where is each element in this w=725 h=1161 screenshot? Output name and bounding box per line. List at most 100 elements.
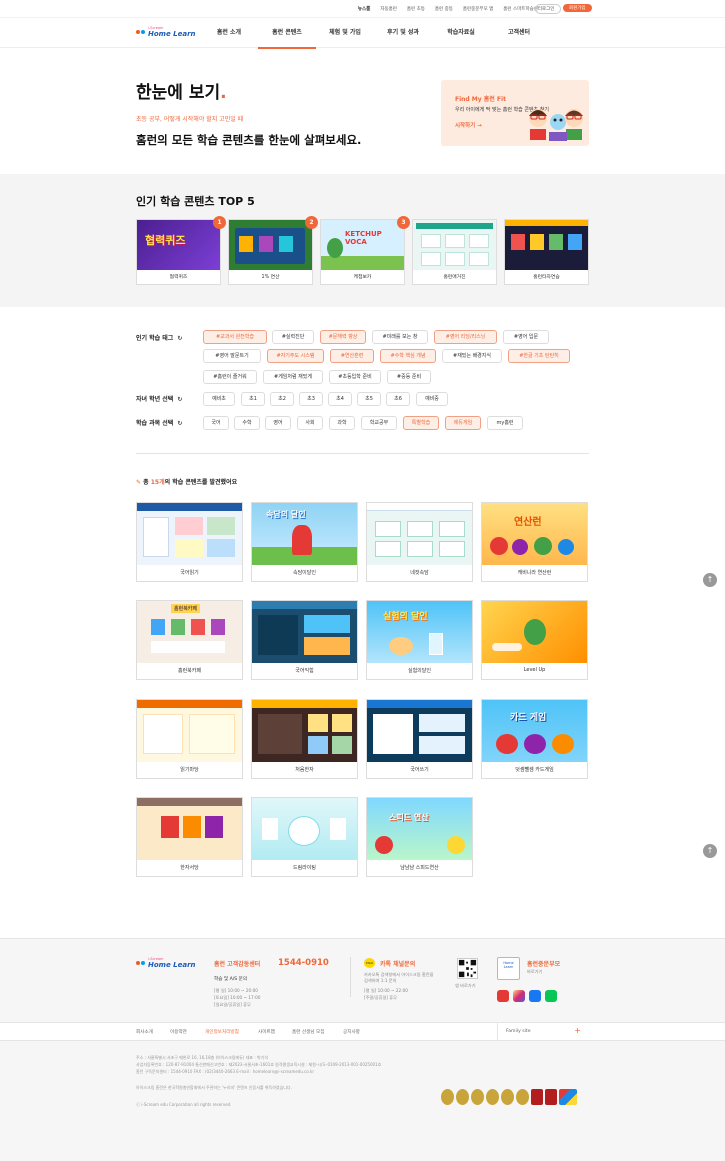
nav-item-contents[interactable]: 홈런 콘텐츠 bbox=[258, 18, 316, 49]
top5-card[interactable]: 홈런타자연습 bbox=[504, 219, 589, 285]
topbar-link-parent-app[interactable]: 홈런중문부모 앱 bbox=[458, 6, 498, 12]
tag-chip[interactable]: #문해력 향상 bbox=[320, 330, 366, 344]
tag-chip[interactable]: #한글 기초 탄탄히 bbox=[508, 349, 570, 363]
join-button[interactable]: 회원가입 bbox=[563, 4, 592, 12]
subject-chip[interactable]: my홈런 bbox=[487, 416, 523, 430]
parent-site-title[interactable]: 홈런중문부모 bbox=[527, 959, 560, 968]
tag-chip[interactable]: #연산훈련 bbox=[330, 349, 374, 363]
footer-link-sitemap[interactable]: 사이트맵 bbox=[258, 1029, 275, 1035]
content-card[interactable]: 연산런 캐비니라 연산런 bbox=[481, 502, 588, 582]
content-card[interactable]: 스피드 연산 냠냠냠 스피드연산 bbox=[366, 797, 473, 877]
grade-chip[interactable]: 초2 bbox=[270, 392, 294, 406]
facebook-icon[interactable] bbox=[529, 990, 541, 1002]
content-label: Level Up bbox=[523, 667, 546, 673]
grade-chip[interactable]: 초6 bbox=[386, 392, 410, 406]
line-icon[interactable] bbox=[545, 990, 557, 1002]
content-card[interactable]: Level Up bbox=[481, 600, 588, 680]
footer-logo[interactable]: i-Scream Home Learn bbox=[136, 957, 196, 971]
topbar-link-auto[interactable]: 자동홈런 bbox=[375, 6, 402, 12]
top5-card[interactable]: KETCHUP VOCA 케첩보카 bbox=[320, 219, 405, 285]
topbar-link-newsroom[interactable]: 뉴스룸 bbox=[353, 6, 375, 12]
tag-chip[interactable]: #수학 핵심 개념 bbox=[380, 349, 436, 363]
grade-chip[interactable]: 초5 bbox=[357, 392, 381, 406]
qr-label[interactable]: 앱 바로가기 bbox=[455, 983, 476, 989]
footer-link-company[interactable]: 회사소개 bbox=[136, 1029, 153, 1035]
content-card[interactable]: 처음한자 bbox=[251, 699, 358, 779]
tag-chip[interactable]: #영어 리딩/리스닝 bbox=[434, 330, 497, 344]
award-icon bbox=[501, 1089, 514, 1105]
content-card[interactable]: 한자서당 bbox=[136, 797, 243, 877]
grade-chip[interactable]: 초4 bbox=[328, 392, 352, 406]
top5-card[interactable]: 협력퀴즈 협력퀴즈 bbox=[136, 219, 221, 285]
tag-chip[interactable]: #미래를 보는 창 bbox=[372, 330, 428, 344]
nav-item-materials[interactable]: 학습자료실 bbox=[432, 18, 490, 49]
subject-chip[interactable]: 과학 bbox=[329, 416, 355, 430]
tag-chip[interactable]: #영어 입문 bbox=[503, 330, 549, 344]
kakao-channel-title[interactable]: 카톡 채널문의 bbox=[380, 959, 415, 968]
footer-link-teacher-recruit[interactable]: 홈런 선생님 모집 bbox=[292, 1029, 325, 1035]
copyright: ⓒ i-Scream edu Corporation all rights re… bbox=[136, 1102, 232, 1107]
content-card[interactable]: 카드 게임 덧셈뺄셈 카드게임 bbox=[481, 699, 588, 779]
grade-chip[interactable]: 예비중 bbox=[416, 392, 448, 406]
content-card[interactable]: 속담의 달인 속담이달인 bbox=[251, 502, 358, 582]
tag-chip[interactable]: #실력진단 bbox=[272, 330, 314, 344]
content-card[interactable]: 국어읽기 bbox=[136, 502, 243, 582]
tag-chip[interactable]: #중등 준비 bbox=[387, 370, 431, 384]
tag-chip[interactable]: #영어 말문트기 bbox=[203, 349, 261, 363]
content-label: 홈런북카페 bbox=[177, 668, 201, 674]
subject-chip[interactable]: 수학 bbox=[234, 416, 260, 430]
content-card[interactable]: 국어익힘 bbox=[251, 600, 358, 680]
refresh-icon[interactable]: ↻ bbox=[177, 335, 182, 342]
tag-chip[interactable]: #교과서 완전학습 bbox=[203, 330, 267, 344]
subject-chip[interactable]: 특별학습 bbox=[403, 416, 439, 430]
content-card[interactable]: 국어쓰기 bbox=[366, 699, 473, 779]
award-icon bbox=[441, 1089, 454, 1105]
youtube-icon[interactable] bbox=[497, 990, 509, 1002]
tag-chip[interactable]: #초등입학 준비 bbox=[329, 370, 381, 384]
scroll-top-button[interactable]: ↑ bbox=[703, 573, 717, 587]
homelearn-parent-logo[interactable]: Home Learn bbox=[497, 957, 520, 980]
scroll-top-button[interactable]: ↑ bbox=[703, 844, 717, 858]
nav-item-trial[interactable]: 체험 및 가입 bbox=[316, 18, 374, 49]
instagram-icon[interactable] bbox=[513, 990, 525, 1002]
grade-chip[interactable]: 예비초 bbox=[203, 392, 235, 406]
refresh-icon[interactable]: ↻ bbox=[177, 396, 182, 403]
nav-item-intro[interactable]: 홈런 소개 bbox=[200, 18, 258, 49]
content-card[interactable]: 읽기마당 bbox=[136, 699, 243, 779]
customer-center-phone[interactable]: 1544-0910 bbox=[278, 958, 329, 968]
content-card[interactable]: 드림라이팅 bbox=[251, 797, 358, 877]
grade-chip[interactable]: 초3 bbox=[299, 392, 323, 406]
footer-link-terms[interactable]: 이용약관 bbox=[170, 1029, 187, 1035]
tag-chip[interactable]: #홈런이 즐거워 bbox=[203, 370, 257, 384]
tag-chip[interactable]: #게임처럼 재밌게 bbox=[263, 370, 323, 384]
nav-item-support[interactable]: 고객센터 bbox=[490, 18, 548, 49]
subject-chip[interactable]: 사회 bbox=[297, 416, 323, 430]
subject-chip[interactable]: 국어 bbox=[203, 416, 229, 430]
subject-chip[interactable]: 영어 bbox=[265, 416, 291, 430]
qr-code-icon[interactable] bbox=[457, 958, 478, 979]
parent-site-link[interactable]: 바로가기 bbox=[527, 969, 542, 975]
topbar-link-middle[interactable]: 홈런 중등 bbox=[430, 6, 458, 12]
top5-section: 인기 학습 콘텐츠 TOP 5 협력퀴즈 협력퀴즈 1 1% 연산 2 KETC… bbox=[0, 174, 725, 307]
top5-card[interactable]: 1% 연산 bbox=[228, 219, 313, 285]
tag-chip[interactable]: #자기주도 시스템 bbox=[267, 349, 324, 363]
homelearn-logo[interactable]: i-Scream Home Learn bbox=[136, 26, 196, 40]
refresh-icon[interactable]: ↻ bbox=[177, 420, 182, 427]
footer-link-notice[interactable]: 공지사항 bbox=[343, 1029, 360, 1035]
family-site-select[interactable]: Family site + bbox=[497, 1023, 589, 1040]
subject-chip[interactable]: 학교공부 bbox=[361, 416, 397, 430]
grade-chip[interactable]: 초1 bbox=[241, 392, 265, 406]
content-card[interactable]: 네컷속담 bbox=[366, 502, 473, 582]
subject-chip[interactable]: 에듀게임 bbox=[445, 416, 481, 430]
red-award-icon bbox=[545, 1089, 557, 1105]
fit-start-link[interactable]: 시작하기 → bbox=[455, 121, 482, 129]
content-card[interactable]: 홈런북카페 홈런북카페 bbox=[136, 600, 243, 680]
content-card[interactable]: 실험의 달인 실험의달인 bbox=[366, 600, 473, 680]
nav-item-reviews[interactable]: 후기 및 성과 bbox=[374, 18, 432, 49]
tag-chip[interactable]: #재밌는 배경지식 bbox=[442, 349, 502, 363]
footer-link-privacy[interactable]: 개인정보처리방침 bbox=[205, 1029, 239, 1035]
top5-card[interactable]: 홈런애거진 bbox=[412, 219, 497, 285]
topbar-link-elementary[interactable]: 홈런 초등 bbox=[402, 6, 430, 12]
find-my-fit-card[interactable]: Find My 홈런 Fit 우리 아이에게 딱 맞는 홈런 학습 콘텐츠 찾기… bbox=[441, 80, 589, 146]
login-button[interactable]: 로그인 bbox=[535, 4, 562, 14]
